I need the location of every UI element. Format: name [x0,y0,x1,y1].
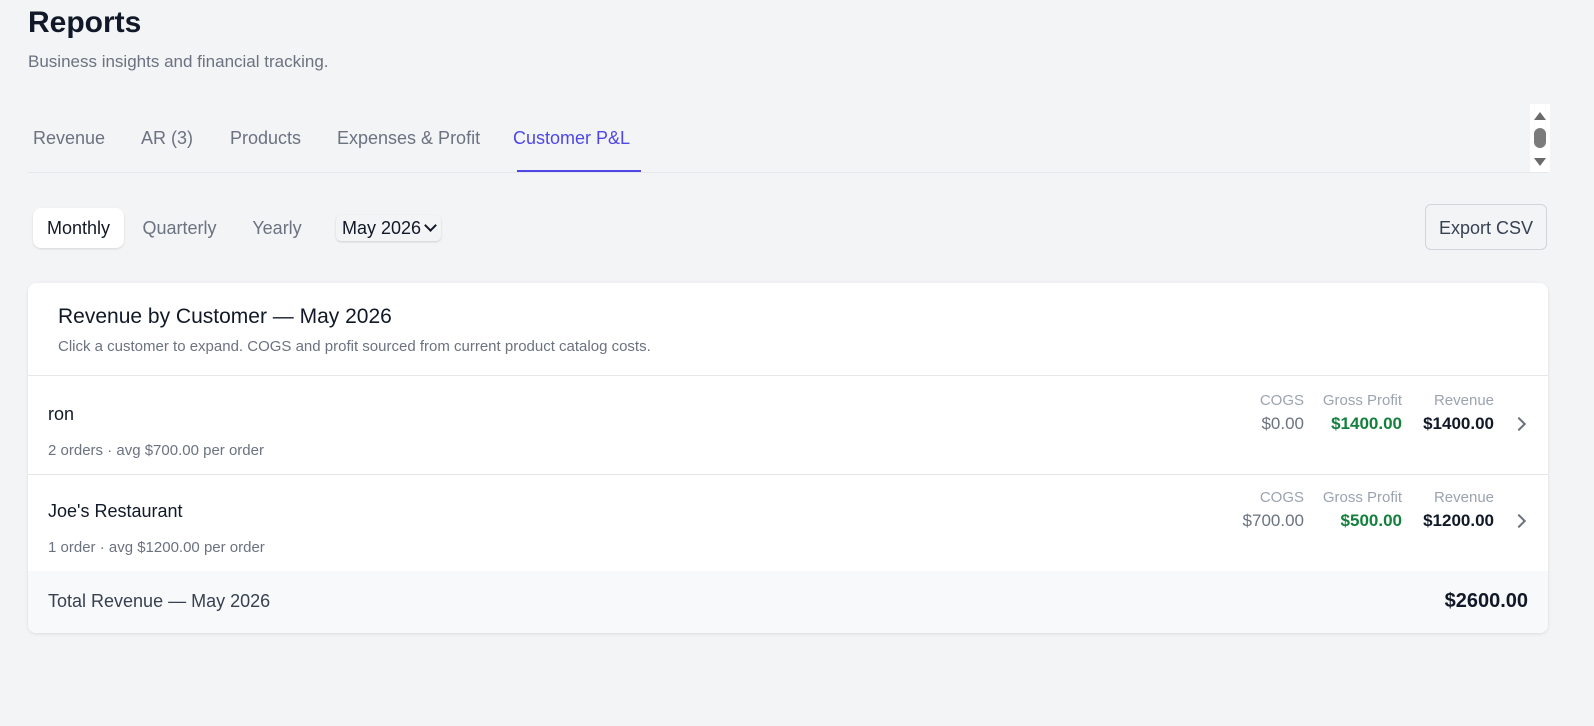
page-subtitle: Business insights and financial tracking… [28,52,329,71]
month-select[interactable]: May 2026 [336,215,442,241]
total-revenue-label: Total Revenue — May 2026 [48,591,271,611]
gross-profit-metric: Gross Profit $500.00 [1323,489,1402,531]
tabs-scrollbar[interactable] [1530,104,1550,172]
chevron-right-icon[interactable] [1511,513,1527,529]
cogs-value: $0.00 [1261,414,1304,433]
cogs-label: COGS [1259,489,1304,506]
month-select-value: May 2026 [342,218,422,238]
chevron-right-icon[interactable] [1511,416,1527,432]
total-revenue-value: $2600.00 [1444,590,1528,612]
gross-profit-label: Gross Profit [1322,489,1402,506]
gross-profit-value: $1400.00 [1331,414,1402,433]
gross-profit-value: $500.00 [1340,511,1402,530]
revenue-label: Revenue [1433,392,1494,409]
chevron-down-icon [424,219,437,232]
card-header: Revenue by Customer — May 2026 Click a c… [28,283,1548,376]
period-quarterly-button[interactable]: Quarterly [136,208,223,248]
revenue-value: $1200.00 [1423,511,1494,530]
customer-revenue-card: Revenue by Customer — May 2026 Click a c… [28,283,1548,633]
period-yearly-button[interactable]: Yearly [241,208,313,248]
gross-profit-label: Gross Profit [1322,392,1402,409]
report-tabs: Revenue AR (3) Products Expenses & Profi… [28,104,1548,173]
revenue-metric: Revenue $1400.00 [1423,392,1494,434]
customer-row[interactable]: Joe's Restaurant 1 order · avg $1200.00 … [28,473,1548,572]
cogs-label: COGS [1259,392,1304,409]
gross-profit-metric: Gross Profit $1400.00 [1323,392,1402,434]
revenue-metric: Revenue $1200.00 [1423,489,1494,531]
cogs-value: $700.00 [1242,511,1304,530]
tab-products[interactable]: Products [225,128,306,149]
card-description: Click a customer to expand. COGS and pro… [58,338,651,355]
card-title: Revenue by Customer — May 2026 [58,305,392,328]
cogs-metric: COGS $0.00 [1260,392,1304,434]
customer-row[interactable]: ron 2 orders · avg $700.00 per order COG… [28,376,1548,475]
tab-ar[interactable]: AR (3) [136,128,198,149]
export-csv-button[interactable]: Export CSV [1425,204,1547,250]
cogs-metric: COGS $700.00 [1243,489,1304,531]
revenue-value: $1400.00 [1423,414,1494,433]
customer-name: Joe's Restaurant [48,501,183,521]
scroll-down-arrow-icon[interactable] [1534,158,1546,166]
customer-order-summary: 1 order · avg $1200.00 per order [48,539,265,556]
customer-order-summary: 2 orders · avg $700.00 per order [48,442,264,459]
tab-expenses-profit[interactable]: Expenses & Profit [332,128,485,149]
period-monthly-button[interactable]: Monthly [33,208,124,248]
scroll-up-arrow-icon[interactable] [1534,112,1546,120]
total-revenue-row: Total Revenue — May 2026 $2600.00 [28,571,1548,633]
scrollbar-thumb[interactable] [1534,128,1546,148]
page-title: Reports [28,6,142,39]
customer-name: ron [48,404,75,424]
active-tab-indicator [517,170,641,172]
tab-customer-pl[interactable]: Customer P&L [508,128,635,149]
revenue-label: Revenue [1433,489,1494,506]
tab-revenue[interactable]: Revenue [28,128,110,149]
